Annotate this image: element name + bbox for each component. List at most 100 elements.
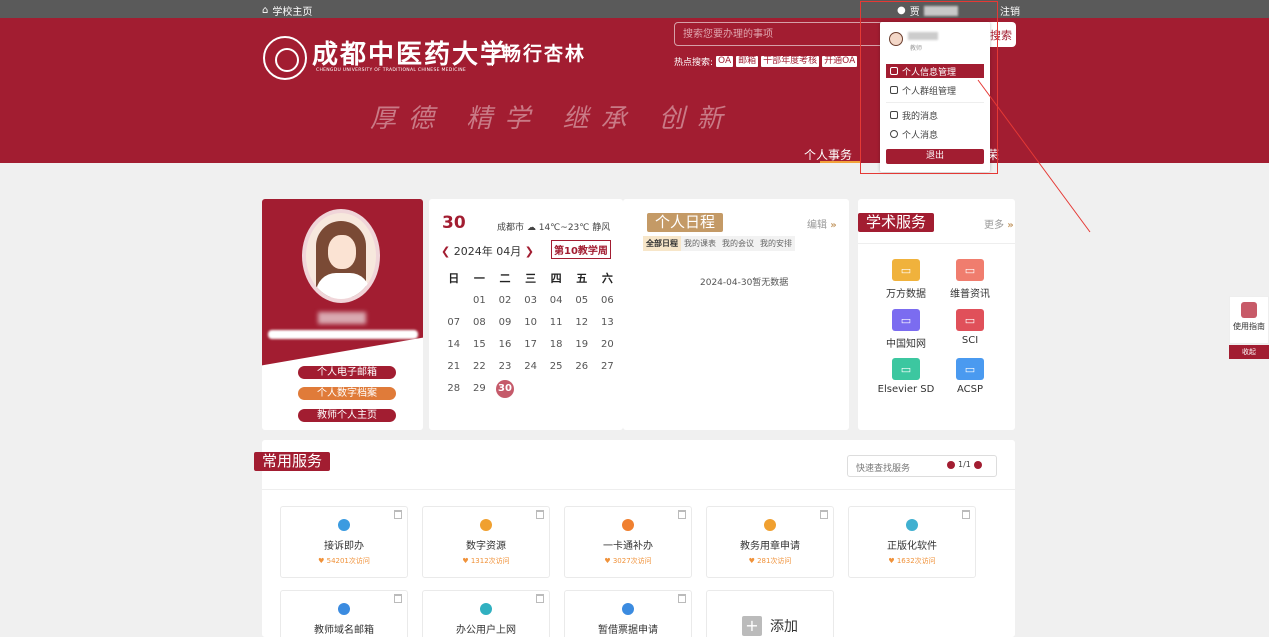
schedule-empty-text: 2024-04-30暂无数据 — [700, 278, 789, 288]
service-title: 暂借票据申请 — [598, 625, 658, 636]
calendar-day[interactable]: 15 — [467, 335, 493, 357]
calendar-day[interactable]: 24 — [518, 357, 544, 379]
academic-service-item[interactable]: ▭ SCI — [940, 309, 1000, 346]
academic-service-item[interactable]: ▭ 万方数据 — [876, 259, 936, 300]
service-icon — [622, 519, 634, 531]
calendar-day[interactable]: 10 — [518, 313, 544, 335]
school-motto: 厚德 精学 继承 创新 — [370, 104, 735, 134]
calendar-week-row: 07 08 09 10 11 12 13 — [441, 313, 621, 335]
chat-icon: ▭ — [956, 309, 984, 331]
calendar-day[interactable]: 07 — [441, 313, 467, 335]
add-service-button[interactable]: + 添加 — [706, 590, 834, 637]
common-services-panel: 常用服务 快速查找服务 1/1 接诉即办 ♥ 54201次访问 数字资源 ♥ 1312… — [254, 440, 1015, 637]
calendar-day[interactable]: 20 — [595, 335, 621, 357]
calendar-day[interactable]: 29 — [467, 379, 493, 401]
collapse-button[interactable]: 收起 — [1229, 345, 1269, 359]
hot-tag[interactable]: OA — [716, 56, 734, 67]
mail-icon: ▭ — [956, 259, 984, 281]
calendar-day[interactable]: 18 — [543, 335, 569, 357]
home-icon: ⌂ — [262, 5, 269, 16]
calendar-day — [518, 379, 544, 401]
schedule-edit-link[interactable]: 编辑 » — [807, 216, 837, 231]
calendar-day[interactable]: 25 — [543, 357, 569, 379]
calendar-day[interactable]: 09 — [492, 313, 518, 335]
double-arrow-icon: » — [1007, 220, 1014, 231]
logo-divider — [492, 40, 493, 66]
calendar-day[interactable]: 19 — [569, 335, 595, 357]
academic-more-link[interactable]: 更多 » — [984, 216, 1014, 231]
trash-icon[interactable] — [820, 510, 828, 519]
service-title: 教师域名邮箱 — [314, 625, 374, 636]
prev-month-icon[interactable]: ❮ — [441, 245, 450, 258]
service-tile[interactable]: 正版化软件 ♥ 1632次访问 — [848, 506, 976, 578]
calendar-day[interactable]: 14 — [441, 335, 467, 357]
top-bar: ⌂ 学校主页 ● 贾 注销 — [0, 0, 1269, 18]
hot-tag[interactable]: 开通OA — [822, 56, 858, 67]
tab-all-schedule[interactable]: 全部日程 — [643, 236, 681, 251]
schedule-card: 个人日程 编辑 » 全部日程 我的课表 我的会议 我的安排 2024-04-30… — [623, 199, 849, 430]
trash-icon[interactable] — [394, 510, 402, 519]
service-icon — [338, 519, 350, 531]
teacher-homepage-button[interactable]: 教师个人主页 — [298, 409, 396, 422]
calendar-day[interactable]: 01 — [467, 291, 493, 313]
academic-service-label: 维普资讯 — [950, 289, 990, 300]
calendar-day[interactable]: 23 — [492, 357, 518, 379]
academic-service-item[interactable]: ▭ 中国知网 — [876, 309, 936, 350]
trash-icon[interactable] — [394, 594, 402, 603]
next-page-icon[interactable] — [973, 460, 982, 469]
tab-my-courses[interactable]: 我的课表 — [681, 236, 719, 251]
calendar-day[interactable]: 05 — [569, 291, 595, 313]
calendar-day[interactable]: 04 — [543, 291, 569, 313]
visit-count: ♥ 54201次访问 — [318, 557, 370, 565]
logout-link[interactable]: 注销 — [1000, 3, 1020, 18]
portal-name: 畅行杏林 — [502, 43, 587, 65]
academic-service-item[interactable]: ▭ Elsevier SD — [876, 358, 936, 395]
calendar-day[interactable]: 28 — [441, 379, 467, 401]
calendar-day[interactable]: 06 — [595, 291, 621, 313]
academic-service-item[interactable]: ▭ 维普资讯 — [940, 259, 1000, 300]
service-tile[interactable]: 办公用户上网 — [422, 590, 550, 637]
prev-page-icon[interactable] — [947, 460, 955, 469]
calendar-day[interactable]: 08 — [467, 313, 493, 335]
trash-icon[interactable] — [678, 594, 686, 603]
school-home-link[interactable]: ⌂ 学校主页 — [262, 3, 312, 18]
calendar-day[interactable]: 22 — [467, 357, 493, 379]
calendar-day[interactable]: 21 — [441, 357, 467, 379]
tab-my-meetings[interactable]: 我的会议 — [719, 236, 757, 251]
calendar-day[interactable]: 13 — [595, 313, 621, 335]
service-tile[interactable]: 接诉即办 ♥ 54201次访问 — [280, 506, 408, 578]
hot-tag[interactable]: 干部年度考核 — [761, 56, 820, 67]
service-tile[interactable]: 教师域名邮箱 — [280, 590, 408, 637]
calendar-day[interactable]: 26 — [569, 357, 595, 379]
calendar-day[interactable]: 30 — [492, 379, 518, 401]
visit-count: ♥ 1632次访问 — [888, 557, 936, 565]
user-guide-button[interactable]: 使用指南 — [1229, 296, 1269, 344]
calendar-day[interactable]: 02 — [492, 291, 518, 313]
academic-service-label: SCI — [961, 335, 979, 346]
profile-card: 个人电子邮箱 个人数字档案 教师个人主页 — [262, 199, 423, 430]
academic-service-label: 万方数据 — [886, 289, 926, 300]
weekday-header: 六 — [601, 272, 613, 285]
calendar-day[interactable]: 27 — [595, 357, 621, 379]
academic-service-label: 中国知网 — [886, 339, 926, 350]
calendar-day[interactable]: 11 — [543, 313, 569, 335]
trash-icon[interactable] — [536, 510, 544, 519]
calendar-day[interactable]: 12 — [569, 313, 595, 335]
hot-tag[interactable]: 邮箱 — [736, 56, 759, 67]
service-icon — [764, 519, 776, 531]
trash-icon[interactable] — [536, 594, 544, 603]
trash-icon[interactable] — [678, 510, 686, 519]
service-tile[interactable]: 暂借票据申请 — [564, 590, 692, 637]
next-month-icon[interactable]: ❯ — [525, 245, 534, 258]
calendar-day[interactable]: 17 — [518, 335, 544, 357]
calendar-day[interactable]: 16 — [492, 335, 518, 357]
calendar-day[interactable]: 03 — [518, 291, 544, 313]
tab-my-arrangements[interactable]: 我的安排 — [757, 236, 795, 251]
service-tile[interactable]: 教务用章申请 ♥ 281次访问 — [706, 506, 834, 578]
personal-archive-button[interactable]: 个人数字档案 — [298, 387, 396, 400]
personal-email-button[interactable]: 个人电子邮箱 — [298, 366, 396, 379]
trash-icon[interactable] — [962, 510, 970, 519]
academic-service-item[interactable]: ▭ ACSP — [940, 358, 1000, 395]
service-tile[interactable]: 数字资源 ♥ 1312次访问 — [422, 506, 550, 578]
service-tile[interactable]: 一卡通补办 ♥ 3027次访问 — [564, 506, 692, 578]
